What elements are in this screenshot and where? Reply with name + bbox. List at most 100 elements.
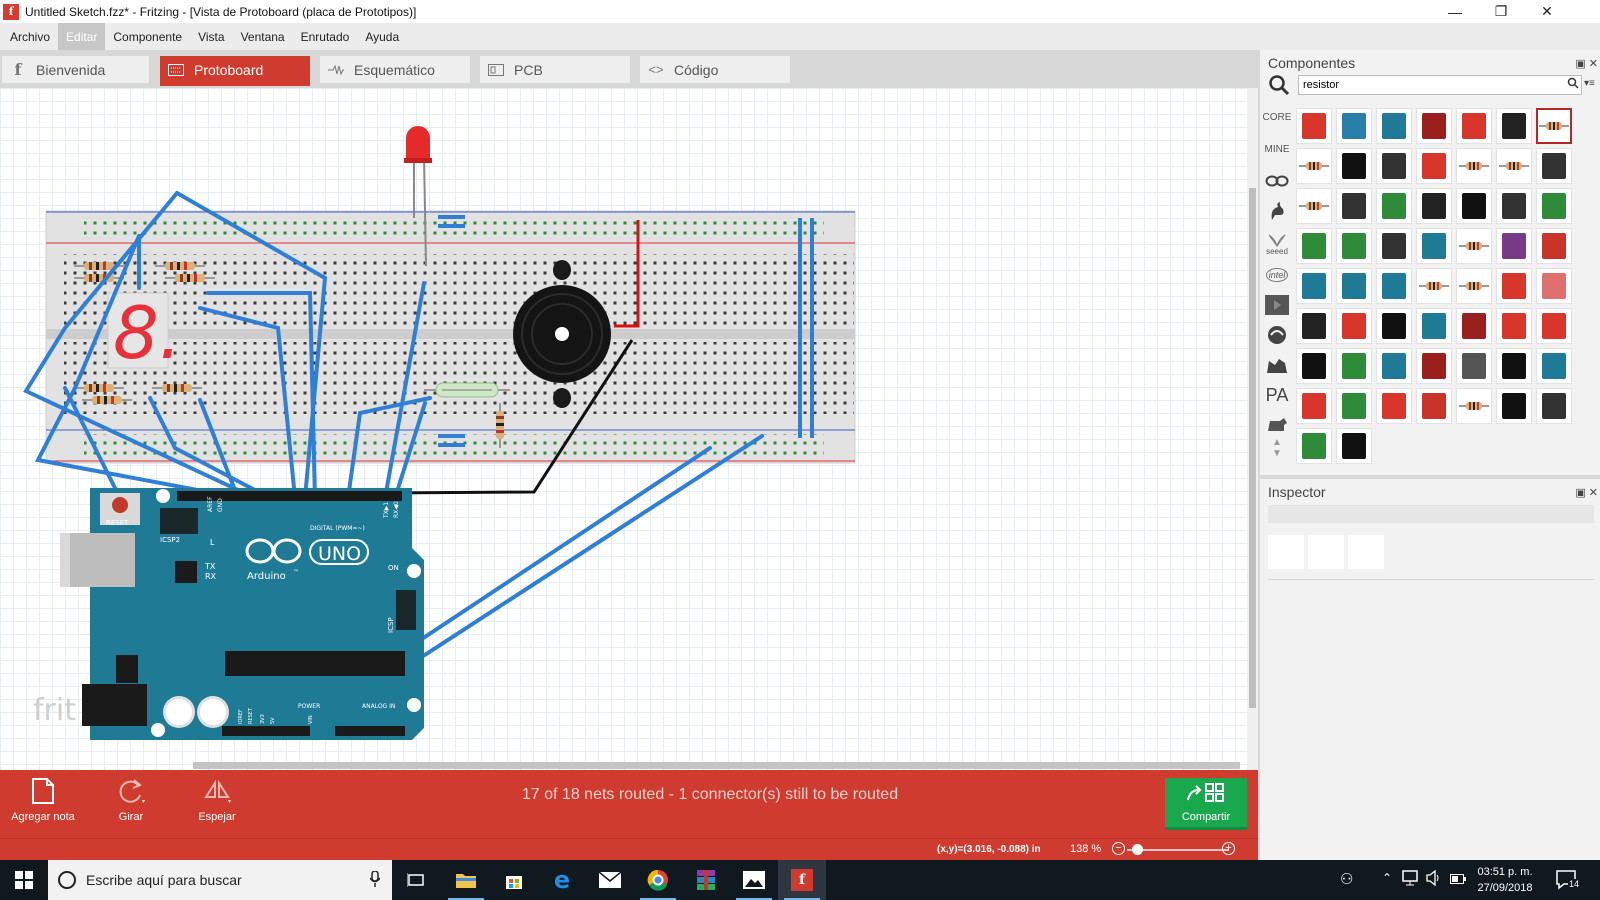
menu-enrutado[interactable]: Enrutado [293,23,358,50]
part-thumbnail[interactable] [1376,228,1412,264]
part-thumbnail[interactable] [1376,148,1412,184]
part-thumbnail[interactable] [1376,348,1412,384]
menu-ventana[interactable]: Ventana [233,23,293,50]
chrome-icon[interactable] [634,860,682,900]
menu-vista[interactable]: Vista [190,23,232,50]
part-thumbnail[interactable] [1456,268,1492,304]
store-icon[interactable] [490,860,538,900]
part-thumbnail[interactable] [1336,388,1372,424]
part-thumbnail[interactable] [1336,148,1372,184]
maximize-button[interactable]: ❐ [1478,0,1524,23]
part-thumbnail[interactable] [1456,388,1492,424]
adafruit-bin-icon[interactable] [1262,352,1292,378]
arduino-uno[interactable]: RESET ICSP2 L TX RX UNO Arduino ™ ON ICS… [60,488,424,740]
part-thumbnail[interactable] [1376,308,1412,344]
panel-float-close-icons[interactable]: ▣ ✕ [1575,57,1598,70]
show-hidden-icons[interactable]: ⌃ [1382,871,1392,885]
add-note-button[interactable]: Agregar nota [10,776,76,832]
inspector-float-close-icons[interactable]: ▣ ✕ [1575,486,1598,499]
part-thumbnail[interactable] [1456,228,1492,264]
edge-icon[interactable]: e [538,860,586,900]
part-thumbnail[interactable] [1336,188,1372,224]
part-thumbnail[interactable] [1336,268,1372,304]
bin-pa[interactable]: PA [1262,382,1292,408]
mirror-button[interactable]: Espejar [194,776,240,832]
animal-bin-icon[interactable] [1262,412,1292,438]
menu-archivo[interactable]: Archivo [2,23,58,50]
winrar-icon[interactable] [682,860,730,900]
zoom-in-icon[interactable]: + [1222,842,1235,855]
part-thumbnail[interactable] [1456,308,1492,344]
part-thumbnail[interactable] [1536,228,1572,264]
menu-componente[interactable]: Componente [105,23,190,50]
part-thumbnail[interactable] [1416,268,1452,304]
tab-bienvenida[interactable]: f Bienvenida [2,56,149,83]
part-thumbnail[interactable] [1496,348,1532,384]
breadboard-canvas[interactable]: 8. RESET ICSP2 L TX RX UNO Arduino ™ ON … [0,88,1247,770]
vscroll-thumb[interactable] [1249,188,1256,708]
tab-protoboard[interactable]: Protoboard [160,56,310,86]
volume-icon[interactable] [1426,869,1442,889]
part-thumbnail[interactable] [1336,108,1372,144]
part-thumbnail[interactable] [1496,308,1532,344]
part-thumbnail[interactable] [1336,348,1372,384]
menu-editar[interactable]: Editar [58,23,106,50]
task-view-icon[interactable] [392,860,440,900]
part-thumbnail[interactable] [1296,348,1332,384]
part-thumbnail[interactable] [1376,188,1412,224]
snootlab-bin-icon[interactable] [1262,292,1292,318]
photos-icon[interactable] [730,860,778,900]
part-thumbnail[interactable] [1296,148,1332,184]
battery-icon[interactable] [1450,873,1466,887]
part-thumbnail[interactable] [1496,388,1532,424]
close-button[interactable]: ✕ [1524,0,1570,23]
bin-seeed[interactable]: seeed [1262,228,1292,260]
part-thumbnail[interactable] [1456,188,1492,224]
canvas-vertical-scrollbar[interactable] [1247,88,1258,770]
part-thumbnail[interactable] [1456,108,1492,144]
mail-icon[interactable] [586,860,634,900]
people-icon[interactable]: ⚇ [1340,870,1353,888]
search-field-icon[interactable] [1567,77,1579,92]
menu-ayuda[interactable]: Ayuda [357,23,407,50]
part-thumbnail[interactable] [1536,108,1572,144]
tab-codigo[interactable]: <> Código [640,56,790,83]
canvas-horizontal-scrollbar[interactable] [0,760,1247,770]
routing-status-message[interactable]: 17 of 18 nets routed - 1 connector(s) st… [420,786,1000,804]
part-thumbnail[interactable] [1416,148,1452,184]
part-thumbnail[interactable] [1536,388,1572,424]
part-thumbnail[interactable] [1416,108,1452,144]
part-thumbnail[interactable] [1416,228,1452,264]
part-thumbnail[interactable] [1496,228,1532,264]
part-thumbnail[interactable] [1536,308,1572,344]
part-thumbnail[interactable] [1296,308,1332,344]
part-thumbnail[interactable] [1376,388,1412,424]
part-thumbnail[interactable] [1376,268,1412,304]
part-thumbnail[interactable] [1496,108,1532,144]
start-button[interactable] [0,860,48,900]
bin-core[interactable]: CORE [1262,104,1292,130]
zoom-out-icon[interactable]: − [1112,842,1125,855]
hscroll-thumb[interactable] [193,762,1240,769]
part-thumbnail[interactable] [1336,428,1372,464]
seven-segment-display[interactable]: 8. [107,291,182,375]
part-thumbnail[interactable] [1296,388,1332,424]
part-thumbnail[interactable] [1496,188,1532,224]
bin-intel[interactable]: intel [1262,262,1292,288]
bins-scroll-arrows[interactable]: ▲ ▼ [1262,437,1292,459]
part-thumbnail[interactable] [1536,148,1572,184]
part-thumbnail[interactable] [1416,308,1452,344]
zoom-slider-knob[interactable] [1132,844,1144,855]
part-thumbnail[interactable] [1496,268,1532,304]
part-thumbnail[interactable] [1296,228,1332,264]
part-thumbnail[interactable] [1496,148,1532,184]
fritzing-taskbar-icon[interactable]: f [778,860,826,900]
notification-center-icon[interactable]: 14 [1556,870,1581,893]
part-thumbnail[interactable] [1416,348,1452,384]
part-thumbnail[interactable] [1336,308,1372,344]
taskbar-clock[interactable]: 03:51 p. m. 27/09/2018 [1470,864,1540,896]
part-thumbnail[interactable] [1416,188,1452,224]
rotate-button[interactable]: Girar [108,776,154,832]
part-thumbnail[interactable] [1536,348,1572,384]
file-explorer-icon[interactable] [442,860,490,900]
